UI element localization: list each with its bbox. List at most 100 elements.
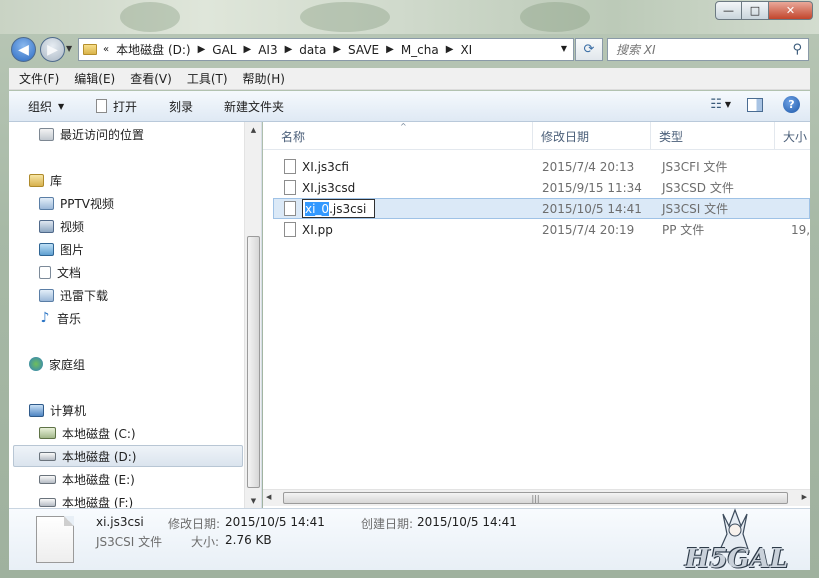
nav-pane-scrollbar[interactable]: ▲ ▼	[244, 122, 261, 508]
back-button[interactable]: ◀	[11, 37, 36, 62]
address-history-chevron-icon[interactable]: ▼	[561, 44, 567, 53]
documents-icon	[39, 265, 51, 279]
nav-item-label: 本地磁盘 (F:)	[62, 495, 134, 509]
menu-view[interactable]: 查看(V)	[130, 70, 172, 87]
breadcrumb-separator-icon[interactable]: ▶	[198, 44, 206, 55]
file-row[interactable]: XI.pp 2015/7/4 20:19 PP 文件 19,5	[273, 219, 810, 240]
column-header-date[interactable]: 修改日期	[533, 122, 651, 150]
details-created-label: 创建日期:	[361, 517, 414, 531]
file-type: JS3CSD 文件	[662, 181, 734, 195]
breadcrumb-ai3[interactable]: AI3	[258, 43, 277, 57]
minimize-button[interactable]: —	[715, 1, 742, 20]
file-list-horizontal-scrollbar[interactable]: ◀ ||| ▶	[263, 489, 810, 506]
scroll-thumb[interactable]: |||	[283, 492, 788, 504]
scroll-up-icon[interactable]: ▲	[245, 122, 262, 137]
breadcrumb-d-drive[interactable]: 本地磁盘 (D:)	[116, 41, 190, 58]
drive-icon	[39, 497, 56, 507]
nav-item-label: 音乐	[57, 311, 82, 326]
nav-drive-d[interactable]: 本地磁盘 (D:)	[13, 445, 243, 467]
search-icon[interactable]: ⚲	[792, 42, 802, 57]
search-box[interactable]: ⚲	[607, 38, 809, 61]
column-header-name[interactable]: 名称	[273, 122, 533, 150]
file-row-selected[interactable]: xi_0 .js3csi 2015/10/5 14:41 JS3CSI 文件	[273, 198, 810, 219]
menu-edit[interactable]: 编辑(E)	[74, 70, 115, 87]
breadcrumb-separator-icon[interactable]: ▶	[446, 44, 454, 55]
file-name: XI.pp	[302, 222, 333, 237]
nav-homegroup[interactable]: 家庭组	[29, 353, 85, 375]
nav-item-label: 库	[50, 173, 63, 188]
drive-icon	[39, 451, 56, 461]
nav-drive-f[interactable]: 本地磁盘 (F:)	[39, 491, 133, 508]
file-icon	[284, 159, 296, 174]
burn-label: 刻录	[169, 99, 194, 114]
scroll-left-icon[interactable]: ◀	[266, 493, 271, 501]
preview-pane-icon[interactable]	[747, 97, 763, 112]
breadcrumb-overflow-icon[interactable]: «	[103, 44, 109, 55]
refresh-button[interactable]: ⟳	[575, 38, 603, 61]
recent-pages-chevron-icon[interactable]: ▼	[66, 44, 72, 53]
search-input[interactable]	[616, 42, 786, 57]
nav-libraries[interactable]: 库	[29, 169, 62, 191]
nav-computer[interactable]: 计算机	[29, 399, 86, 421]
nav-documents[interactable]: 文档	[39, 261, 81, 283]
burn-button[interactable]: 刻录	[169, 98, 193, 115]
address-bar[interactable]: « 本地磁盘 (D:) ▶ GAL ▶ AI3 ▶ data ▶ SAVE ▶ …	[78, 38, 574, 61]
change-view-icon[interactable]: ☷	[710, 97, 722, 112]
videos-icon	[39, 219, 54, 233]
menu-tools[interactable]: 工具(T)	[187, 70, 228, 87]
nav-drive-e[interactable]: 本地磁盘 (E:)	[39, 468, 135, 490]
nav-thunder-download[interactable]: 迅雷下载	[39, 284, 108, 306]
breadcrumb-separator-icon[interactable]: ▶	[386, 44, 394, 55]
nav-item-label: 文档	[57, 265, 82, 280]
open-button[interactable]: 打开	[96, 98, 137, 115]
column-label: 类型	[659, 129, 684, 144]
details-filename: xi.js3csi	[96, 515, 144, 529]
scroll-down-icon[interactable]: ▼	[245, 493, 262, 508]
file-type: JS3CSI 文件	[662, 202, 729, 216]
folder-icon	[83, 44, 97, 55]
breadcrumb-xi[interactable]: XI	[460, 43, 472, 57]
breadcrumb-data[interactable]: data	[299, 43, 326, 57]
details-size-label: 大小:	[191, 535, 220, 549]
open-document-icon	[96, 99, 107, 113]
menu-file[interactable]: 文件(F)	[19, 70, 59, 87]
refresh-icon: ⟳	[583, 42, 595, 57]
breadcrumb-save[interactable]: SAVE	[348, 43, 379, 57]
forward-button[interactable]: ▶	[40, 37, 65, 62]
drive-icon	[39, 474, 56, 484]
column-header-size[interactable]: 大小	[775, 122, 810, 150]
file-row[interactable]: XI.js3cfi 2015/7/4 20:13 JS3CFI 文件	[273, 156, 810, 177]
nav-videos[interactable]: 视频	[39, 215, 84, 237]
organize-button[interactable]: 组织 ▼	[28, 98, 64, 115]
column-header-type[interactable]: 类型	[651, 122, 775, 150]
column-label: 大小	[783, 129, 808, 144]
breadcrumb-m-cha[interactable]: M_cha	[401, 43, 439, 57]
rename-extension-text: .js3csi	[329, 201, 367, 216]
nav-item-label: 本地磁盘 (D:)	[62, 449, 137, 464]
nav-pictures[interactable]: 图片	[39, 238, 84, 260]
view-options-chevron-icon[interactable]: ▼	[725, 100, 731, 109]
breadcrumb-gal[interactable]: GAL	[212, 43, 236, 57]
menu-help[interactable]: 帮助(H)	[243, 70, 285, 87]
address-row: ◀ ▶ ▼ « 本地磁盘 (D:) ▶ GAL ▶ AI3 ▶ data ▶ S…	[0, 34, 819, 64]
new-folder-button[interactable]: 新建文件夹	[224, 98, 284, 115]
nav-music[interactable]: ♪ 音乐	[39, 307, 81, 329]
rename-selected-text: xi_0	[305, 201, 330, 216]
help-icon[interactable]: ?	[783, 96, 800, 113]
close-button[interactable]: ✕	[769, 1, 813, 20]
navigation-pane: 最近访问的位置 库 PPTV视频 视频 图片 文档 迅雷下载 ♪ 音乐 家庭组 …	[9, 122, 262, 508]
nav-pptv-video[interactable]: PPTV视频	[39, 192, 114, 214]
system-drive-icon	[39, 427, 56, 439]
rename-input[interactable]: xi_0 .js3csi	[302, 199, 375, 218]
breadcrumb-separator-icon[interactable]: ▶	[244, 44, 252, 55]
scroll-thumb[interactable]	[247, 236, 260, 488]
scroll-right-icon[interactable]: ▶	[802, 493, 807, 501]
nav-item-label: 最近访问的位置	[60, 127, 145, 142]
maximize-button[interactable]: □	[742, 1, 769, 20]
file-row[interactable]: XI.js3csd 2015/9/15 11:34 JS3CSD 文件	[273, 177, 810, 198]
nav-recent-places[interactable]: 最近访问的位置	[39, 123, 144, 145]
breadcrumb-separator-icon[interactable]: ▶	[285, 44, 293, 55]
breadcrumb-separator-icon[interactable]: ▶	[333, 44, 341, 55]
nav-drive-c[interactable]: 本地磁盘 (C:)	[39, 422, 136, 444]
library-icon	[29, 173, 44, 187]
